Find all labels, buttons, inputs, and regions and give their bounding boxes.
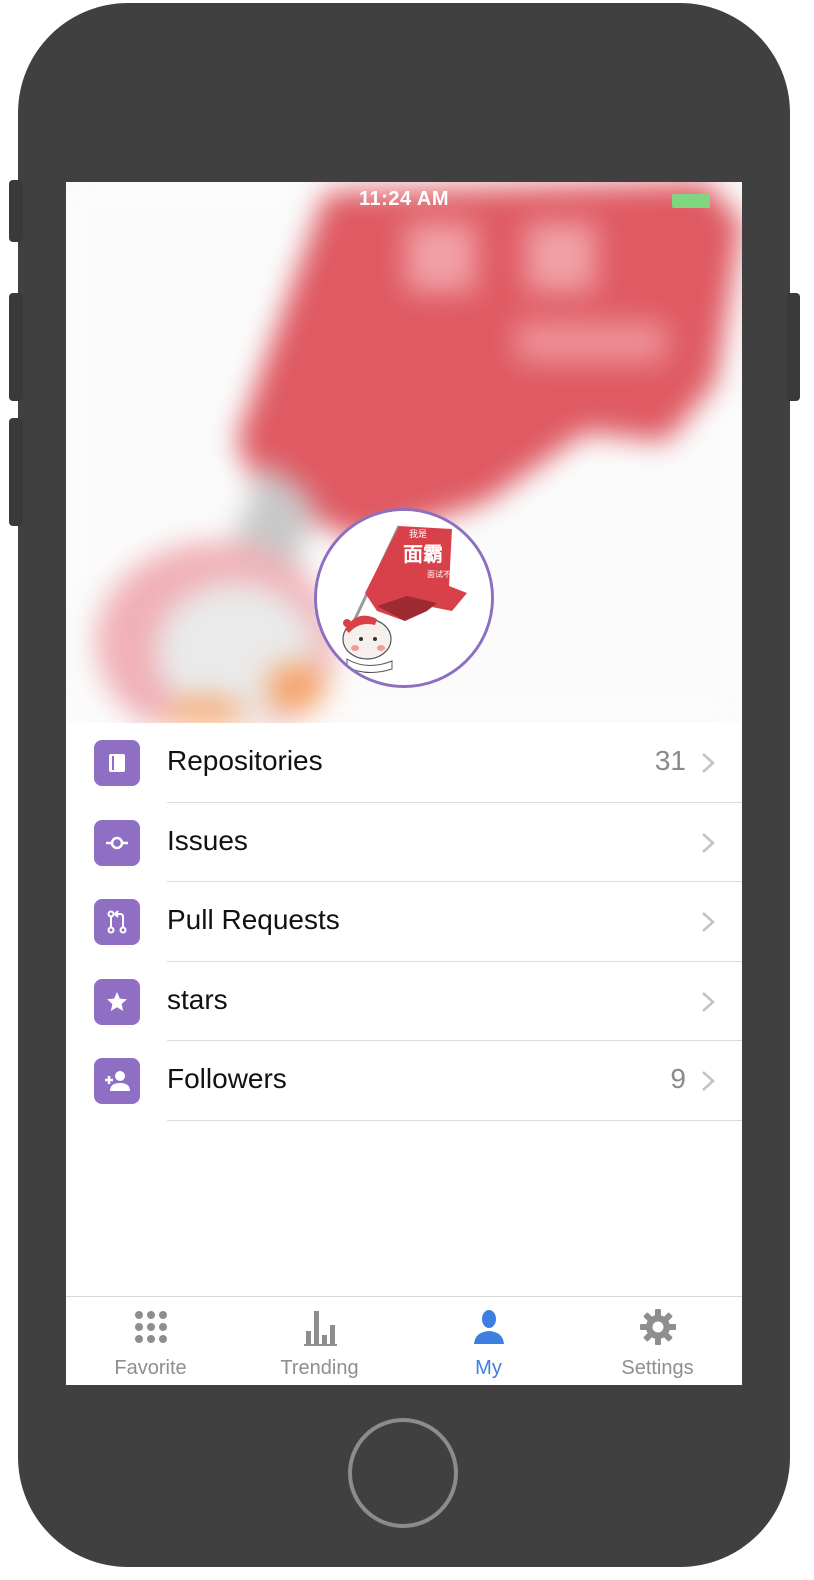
grid-dots-icon [134,1311,167,1343]
status-bar-time: 11:24 AM [359,188,449,210]
chevron-right-icon [702,912,715,932]
volume-down-button [9,418,23,526]
profile-avatar[interactable]: 我是 面霸 面试不怕! [314,508,494,688]
chevron-right-icon [702,1071,715,1091]
chevron-right-icon [702,753,715,773]
menu-item-repositories[interactable]: Repositories 31 [66,723,742,803]
bar-chart-icon [303,1311,337,1346]
tab-bar: Favorite Trending My Settings [66,1296,742,1385]
star-icon [94,978,140,1025]
tab-settings[interactable]: Settings [573,1297,742,1385]
tab-trending[interactable]: Trending [235,1297,404,1385]
menu-item-stars[interactable]: stars [66,962,742,1042]
menu-item-count: 31 [654,745,686,776]
tab-my[interactable]: My [404,1297,573,1385]
menu-item-count: 9 [670,1063,686,1094]
screen: 11:24 AM 我是 面霸 面试不怕! Repositories 31 Iss… [66,182,742,1385]
home-button[interactable] [348,1418,458,1528]
flag-main-text: 面霸 [403,542,443,566]
flag-top-text: 我是 [409,529,427,539]
mute-switch [9,180,23,242]
menu-item-followers[interactable]: Followers 9 [66,1041,742,1121]
chevron-right-icon [702,832,715,853]
volume-up-button [9,293,23,401]
tab-label: Settings [621,1357,694,1379]
tab-label: My [475,1357,502,1379]
person-icon [473,1310,504,1344]
profile-menu-list: Repositories 31 Issues Pull Requests sta… [66,723,742,1121]
add-person-icon [94,1058,140,1104]
menu-item-label: Repositories [167,745,323,776]
menu-item-issues[interactable]: Issues [66,803,742,883]
tab-label: Favorite [114,1357,187,1379]
repo-book-icon [94,740,140,786]
menu-item-label: Issues [167,824,248,856]
flag-sub-text: 面试不怕! [427,569,461,579]
gear-icon [639,1309,676,1345]
tab-label: Trending [280,1357,359,1379]
flag-mascot-avatar: 我是 面霸 面试不怕! [317,511,491,685]
menu-item-label: Followers [167,1063,287,1094]
pull-request-icon [94,899,140,945]
profile-header: 11:24 AM 我是 面霸 面试不怕! [66,182,742,723]
tab-favorite[interactable]: Favorite [66,1297,235,1385]
power-button [786,293,800,401]
issue-commit-icon [94,819,140,866]
menu-item-label: Pull Requests [167,904,340,935]
chevron-right-icon [702,991,715,1012]
battery-icon [672,194,710,208]
menu-item-pull-requests[interactable]: Pull Requests [66,882,742,962]
menu-item-label: stars [167,983,228,1015]
